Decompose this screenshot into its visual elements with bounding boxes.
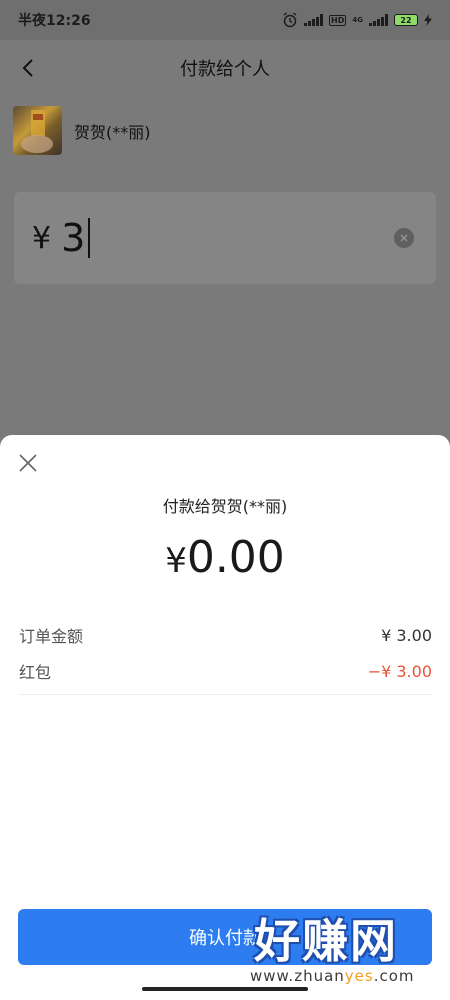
amount-value: 3 xyxy=(61,216,86,260)
sheet-title: 付款给贺贺(**丽) xyxy=(162,497,288,516)
clear-button[interactable] xyxy=(394,228,414,248)
divider xyxy=(19,694,432,695)
battery-icon: 22 xyxy=(394,14,418,26)
status-time: 半夜12:26 xyxy=(18,13,91,29)
recipient-name: 贺贺(**丽) xyxy=(74,122,151,142)
amount-input[interactable]: ¥ 3 xyxy=(14,192,436,284)
sheet-close-button[interactable] xyxy=(16,451,40,475)
pay-amount-value: 0.00 xyxy=(186,532,285,583)
battery-level: 22 xyxy=(400,15,412,25)
red-packet-row: 红包 −¥ 3.00 xyxy=(19,659,432,683)
network-type: 4G xyxy=(352,15,363,24)
hd-badge: HD xyxy=(329,14,347,26)
red-packet-value: −¥ 3.00 xyxy=(367,661,432,681)
nav-header: 付款给个人 xyxy=(0,40,450,96)
avatar-image xyxy=(21,110,53,153)
pay-amount: ¥0.00 xyxy=(0,532,450,583)
close-icon xyxy=(400,234,408,242)
home-indicator xyxy=(142,987,308,991)
red-packet-label: 红包 xyxy=(19,663,52,682)
signal-icon xyxy=(304,14,324,26)
confirm-payment-button[interactable]: 确认付款 xyxy=(18,909,432,965)
order-amount-value: ¥ 3.00 xyxy=(381,625,432,645)
payment-sheet: 付款给贺贺(**丽) ¥0.00 订单金额 ¥ 3.00 红包 −¥ 3.00 … xyxy=(0,435,450,1000)
pay-currency-symbol: ¥ xyxy=(165,541,187,581)
close-icon xyxy=(19,454,37,472)
page-title: 付款给个人 xyxy=(180,59,270,80)
avatar xyxy=(13,106,62,155)
signal-icon-2 xyxy=(369,14,388,26)
order-amount-row: 订单金额 ¥ 3.00 xyxy=(19,623,432,647)
recipient-info: 贺贺(**丽) xyxy=(13,106,151,155)
currency-symbol: ¥ xyxy=(32,220,52,256)
status-bar: 半夜12:26 HD 4G 22 xyxy=(0,0,450,40)
status-icons: HD 4G 22 xyxy=(282,12,432,28)
back-button[interactable] xyxy=(12,52,44,84)
text-cursor xyxy=(88,218,91,258)
chevron-left-icon xyxy=(22,59,33,77)
order-amount-label: 订单金额 xyxy=(19,627,84,646)
alarm-icon xyxy=(283,12,297,28)
charging-icon xyxy=(424,14,432,26)
